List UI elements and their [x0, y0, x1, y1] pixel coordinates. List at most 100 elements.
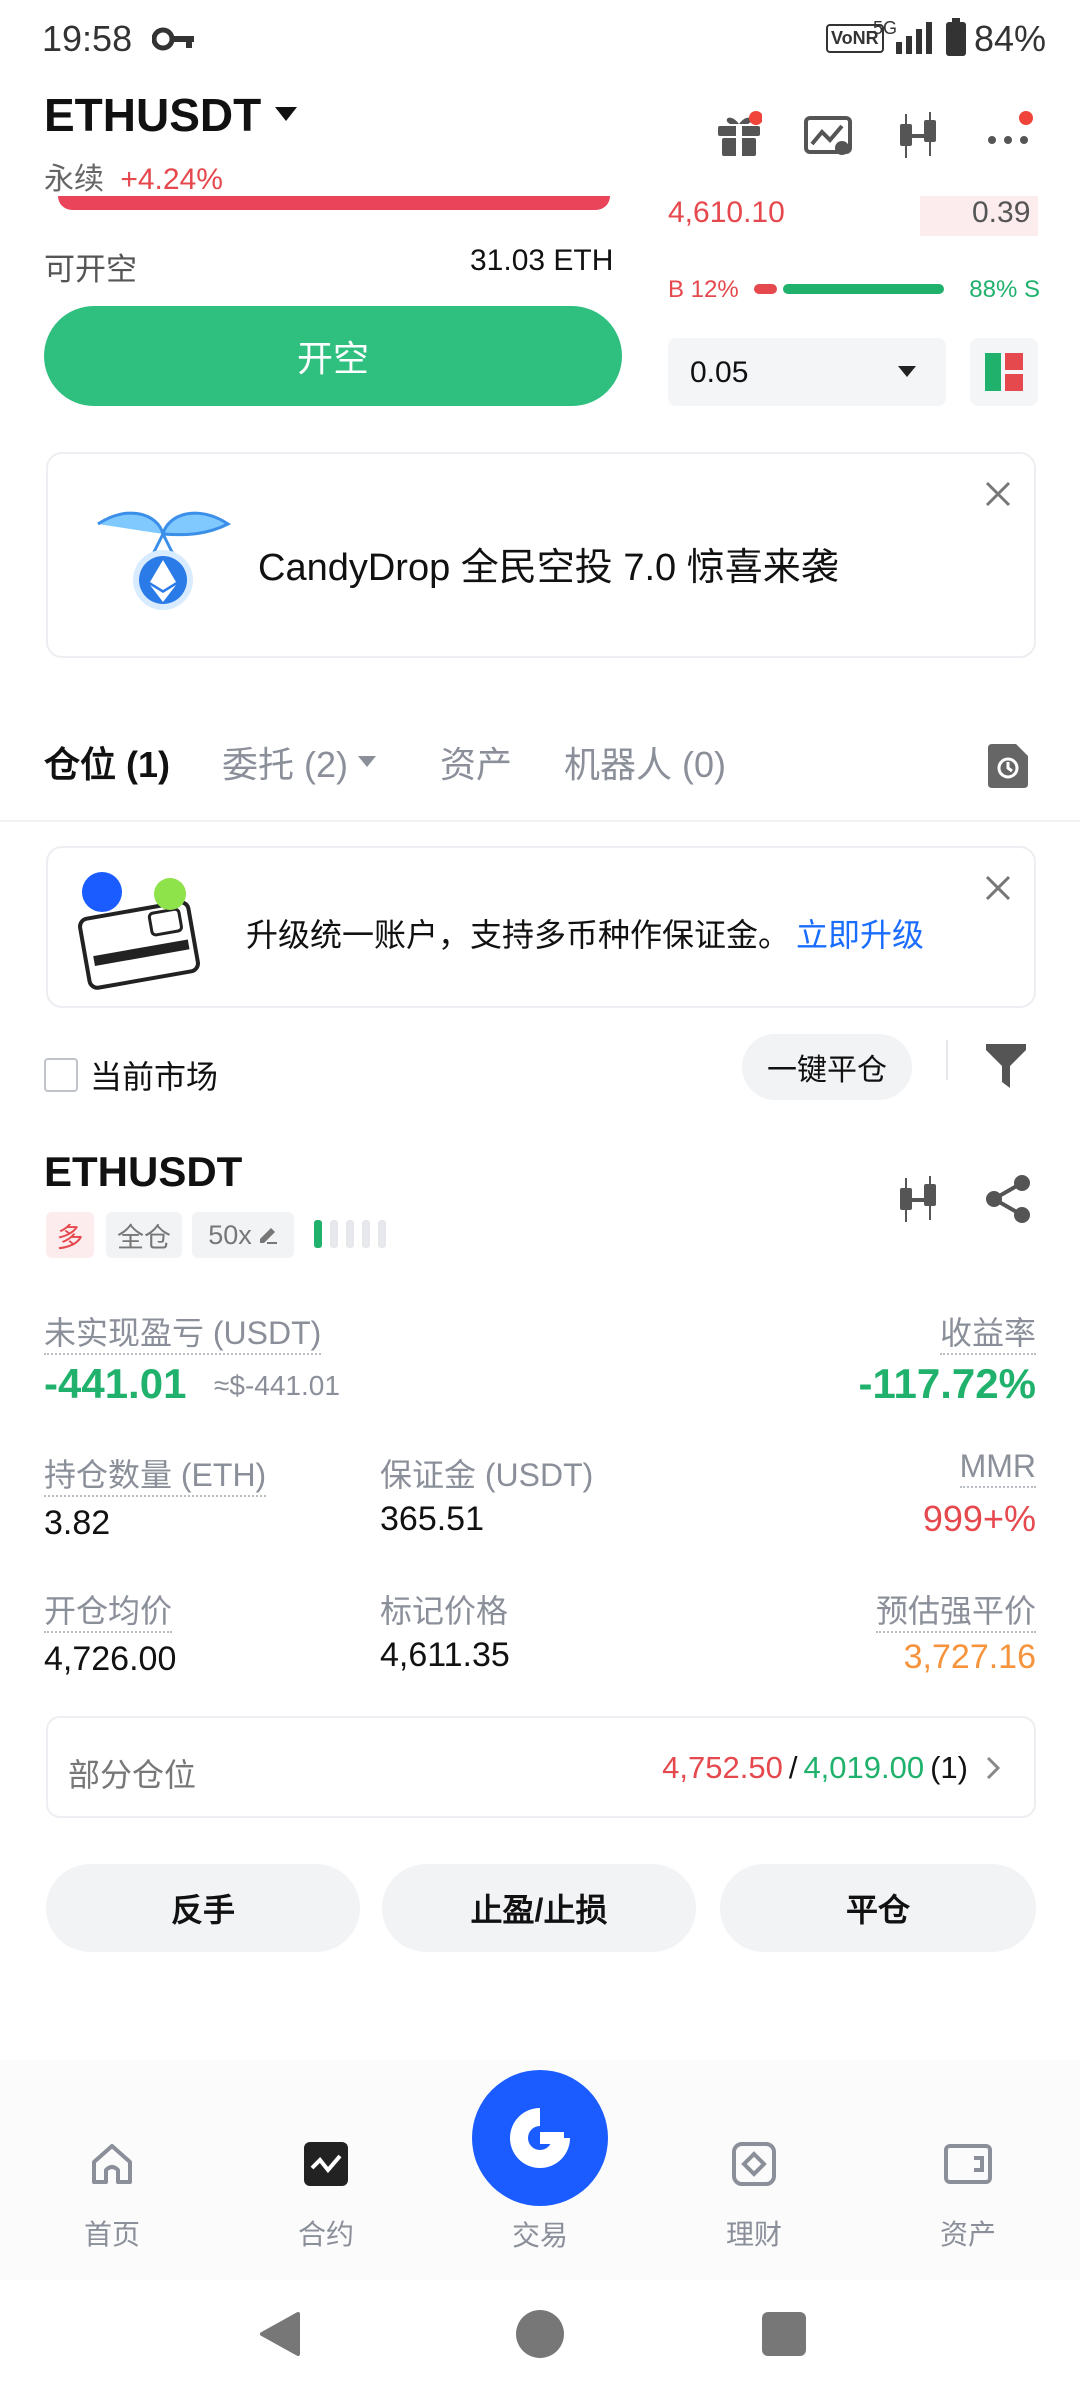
entry-label-text: 开仓均价	[44, 1593, 173, 1633]
candlestick-icon[interactable]	[896, 1176, 940, 1229]
tpsl-separator: /	[788, 1750, 798, 1785]
orderbook-layout-button[interactable]	[970, 338, 1038, 406]
adl-indicator	[314, 1220, 388, 1253]
caret-down-icon	[275, 107, 298, 121]
battery-level: 84%	[974, 18, 1047, 59]
close-position-button[interactable]: 平仓	[720, 1864, 1036, 1952]
close-all-button[interactable]: 一键平仓	[742, 1034, 912, 1100]
reverse-button[interactable]: 反手	[46, 1864, 360, 1952]
entry-label: 开仓均价	[44, 1586, 173, 1633]
mark-value: 4,611.35	[380, 1636, 510, 1674]
caret-down-icon	[358, 756, 377, 767]
partial-position-row[interactable]: 部分仓位 4,752.50 / 4,019.00 (1)	[46, 1716, 1036, 1818]
nav-futures[interactable]: 合约	[256, 2140, 396, 2253]
close-icon[interactable]	[984, 480, 1012, 513]
status-time: 19:58	[42, 18, 133, 59]
leverage-value: 50x	[208, 1219, 252, 1250]
side-badge: 多	[46, 1212, 94, 1258]
system-recents-button[interactable]	[762, 2312, 806, 2356]
size-label-text: 持仓数量 (ETH)	[44, 1457, 267, 1497]
liq-value: 3,727.16	[903, 1638, 1036, 1676]
filter-icon[interactable]	[986, 1044, 1026, 1093]
edit-icon	[259, 1228, 277, 1244]
tab-assets[interactable]: 资产	[440, 736, 512, 788]
upgrade-link[interactable]: 立即升级	[796, 917, 924, 953]
nav-home[interactable]: 首页	[42, 2140, 182, 2253]
tpsl-summary: 4,752.50 / 4,019.00 (1)	[662, 1750, 1000, 1786]
buy-sell-ratio: B 12% 88% S	[668, 276, 1040, 303]
tab-positions[interactable]: 仓位 (1)	[44, 736, 170, 788]
size-label: 持仓数量 (ETH)	[44, 1450, 267, 1497]
mmr-value: 999+%	[922, 1498, 1036, 1539]
pnl-value: -441.01	[44, 1360, 187, 1407]
promo-text: CandyDrop 全民空投 7.0 惊喜来袭	[258, 547, 839, 589]
more-icon[interactable]	[986, 110, 1036, 155]
ratio-bar	[754, 284, 944, 294]
system-back-button[interactable]	[258, 2310, 302, 2363]
chevron-right-icon	[986, 1756, 1000, 1780]
margin-mode-badge[interactable]: 全仓	[106, 1212, 182, 1258]
share-icon[interactable]	[984, 1174, 1032, 1229]
current-market-label: 当前市场	[90, 1059, 219, 1095]
liq-label: 预估强平价	[875, 1586, 1036, 1633]
back-icon	[260, 2312, 300, 2356]
tab-orders[interactable]: 委托 (2)	[222, 736, 377, 788]
depth-step-select[interactable]: 0.05	[668, 338, 946, 406]
tpsl-button[interactable]: 止盈/止损	[382, 1864, 696, 1952]
promo-banner[interactable]: CandyDrop 全民空投 7.0 惊喜来袭	[46, 452, 1036, 658]
liq-label-text: 预估强平价	[875, 1593, 1036, 1633]
size-value: 3.82	[44, 1504, 111, 1542]
partial-label: 部分仓位	[68, 1757, 197, 1793]
leverage-badge[interactable]: 50x	[192, 1212, 294, 1258]
caret-down-icon	[898, 366, 916, 377]
candlestick-icon[interactable]	[896, 112, 940, 165]
open-short-button[interactable]: 开空	[44, 306, 622, 406]
nav-earn-label: 理财	[725, 2219, 782, 2250]
tp-price: 4,752.50	[662, 1750, 783, 1785]
trade-fab[interactable]	[472, 2070, 608, 2206]
sell-ratio-label: 88% S	[969, 276, 1040, 303]
pnl-label: 未实现盈亏 (USDT)	[44, 1308, 322, 1355]
current-market-checkbox[interactable]	[44, 1058, 78, 1092]
available-value: 31.03 ETH	[470, 244, 614, 277]
signal-icon	[896, 20, 936, 59]
wallet-upgrade-icon	[74, 870, 204, 995]
nav-earn[interactable]: 理财	[684, 2140, 824, 2253]
tab-bots[interactable]: 机器人 (0)	[564, 736, 726, 788]
battery-icon	[946, 18, 966, 61]
partial-count: (1)	[930, 1750, 968, 1785]
wallet-icon	[944, 2144, 992, 2184]
earn-icon	[732, 2142, 776, 2186]
ratio-bar-sell	[783, 284, 944, 294]
filter-divider	[946, 1040, 948, 1080]
nav-assets[interactable]: 资产	[898, 2140, 1038, 2253]
current-market-filter[interactable]: 当前市场	[44, 1052, 218, 1098]
layout-icon	[985, 353, 1023, 391]
mmr-label-text: MMR	[959, 1448, 1036, 1488]
futures-icon	[304, 2142, 348, 2186]
upgrade-message: 升级统一账户，支持多币种作保证金。	[246, 917, 791, 953]
close-icon[interactable]	[984, 874, 1012, 907]
upgrade-banner[interactable]: 升级统一账户，支持多币种作保证金。 立即升级	[46, 846, 1036, 1008]
roe-label: 收益率	[939, 1308, 1036, 1355]
gift-icon[interactable]	[716, 110, 763, 163]
home-icon	[92, 2144, 132, 2184]
chart-settings-icon[interactable]	[804, 116, 852, 161]
position-symbol[interactable]: ETHUSDT	[44, 1148, 242, 1196]
roe-value: -117.72%	[858, 1360, 1036, 1407]
nav-trade-label[interactable]: 交易	[470, 2214, 610, 2254]
buy-ratio-label: B 12%	[668, 276, 739, 303]
eth-airdrop-icon	[88, 494, 238, 629]
nav-futures-label: 合约	[297, 2219, 354, 2250]
symbol-selector[interactable]: ETHUSDT	[44, 88, 298, 142]
mark-label: 标记价格	[380, 1593, 509, 1629]
tab-orders-label: 委托 (2)	[222, 744, 349, 785]
system-home-button[interactable]	[516, 2310, 564, 2358]
network-type: 5G	[873, 18, 898, 38]
roe-label-text: 收益率	[939, 1315, 1036, 1355]
margin-label: 保证金 (USDT)	[380, 1457, 594, 1493]
ask-qty: 0.39	[972, 196, 1031, 229]
ratio-bar-buy	[754, 284, 777, 294]
pnl-usd: ≈$-441.01	[214, 1370, 340, 1401]
history-icon[interactable]	[988, 744, 1028, 793]
